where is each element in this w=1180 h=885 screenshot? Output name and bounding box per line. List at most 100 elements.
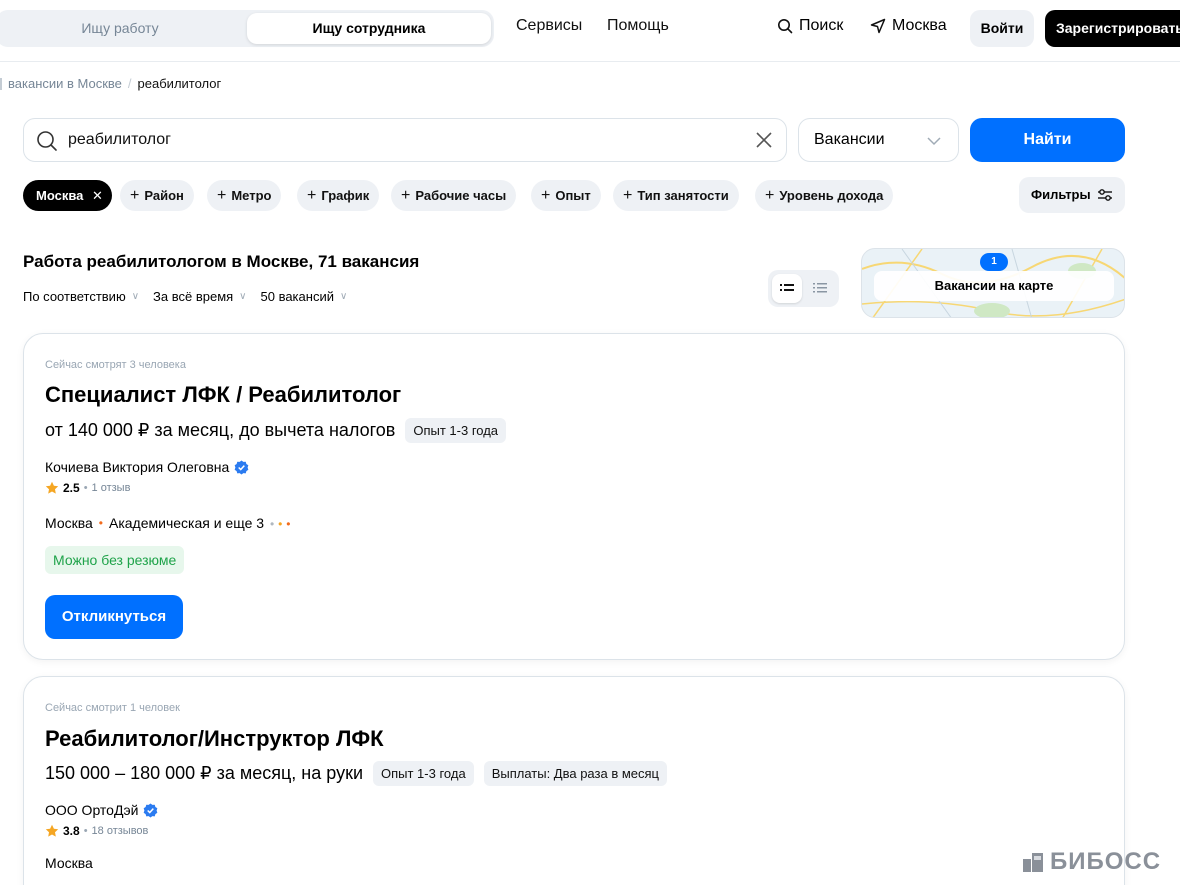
nav-services-link[interactable]: Сервисы: [516, 17, 582, 35]
chevron-down-icon: ∨: [339, 291, 348, 302]
plus-icon: +: [541, 187, 551, 204]
company-link[interactable]: Кочиева Виктория Олеговна: [45, 459, 249, 475]
nav-help-link[interactable]: Помощь: [607, 17, 669, 35]
register-button[interactable]: Зарегистрироваться: [1045, 10, 1180, 47]
compact-list-icon: [813, 283, 827, 293]
plus-icon: +: [401, 187, 411, 204]
vacancy-location: Москва: [45, 855, 93, 871]
header-search-label: Поиск: [799, 17, 844, 34]
chip-district[interactable]: + Район: [120, 180, 194, 211]
location-arrow-icon: [870, 18, 886, 34]
watermark-logo-icon: [1023, 853, 1043, 872]
verified-icon: [144, 802, 158, 818]
chip-experience[interactable]: + Опыт: [531, 180, 601, 211]
rating-value: 3.8: [63, 824, 80, 838]
plus-icon: +: [307, 187, 317, 204]
vacancy-title-link[interactable]: Специалист ЛФК / Реабилитолог: [45, 382, 401, 408]
close-icon[interactable]: ✕: [92, 188, 103, 203]
role-employer-tab[interactable]: Ищу сотрудника: [247, 13, 491, 44]
sort-label: За всё время: [153, 289, 234, 304]
employer-rating[interactable]: 3.8 • 18 отзывов: [45, 824, 148, 838]
chip-metro[interactable]: + Метро: [207, 180, 282, 211]
verified-icon: [234, 459, 249, 475]
chip-label: Тип занятости: [637, 188, 729, 203]
role-job-seeker-tab[interactable]: Ищу работу: [0, 10, 240, 47]
filters-label: Фильтры: [1031, 187, 1091, 202]
sort-label: 50 вакансий: [260, 289, 334, 304]
find-button[interactable]: Найти: [970, 118, 1125, 162]
top-header: Ищу работу Ищу сотрудника Сервисы Помощь…: [0, 0, 1180, 62]
header-city-label: Москва: [892, 17, 947, 34]
header-city-selector[interactable]: Москва: [870, 17, 947, 35]
payment-schedule-tag: Выплаты: Два раза в месяц: [483, 761, 667, 786]
login-button[interactable]: Войти: [970, 10, 1034, 47]
search-input[interactable]: реабилитолог: [23, 118, 787, 162]
map-label: Вакансии на карте: [874, 271, 1114, 301]
respond-button[interactable]: Откликнуться: [45, 595, 183, 639]
search-icon: [37, 131, 57, 151]
metro-line-icon: •: [98, 516, 103, 530]
filters-button[interactable]: Фильтры: [1019, 177, 1125, 213]
company-link[interactable]: ООО ОртоДэй: [45, 802, 158, 818]
chip-schedule[interactable]: + График: [297, 180, 380, 211]
company-name: ООО ОртоДэй: [45, 802, 139, 818]
sort-period-dropdown[interactable]: За всё время ∨: [153, 289, 246, 304]
location-city: Москва: [45, 855, 93, 871]
breadcrumb-divider: [0, 78, 2, 90]
sort-label: По соответствию: [23, 289, 126, 304]
chip-label: Район: [144, 188, 184, 203]
plus-icon: +: [130, 187, 140, 204]
salary-row: 150 000 – 180 000 ₽ за месяц, на руки Оп…: [45, 761, 667, 786]
sort-count-dropdown[interactable]: 50 вакансий ∨: [261, 289, 348, 304]
vacancy-location: Москва • Академическая и еще 3 • • •: [45, 515, 290, 531]
star-icon: [45, 824, 59, 837]
close-icon[interactable]: [754, 130, 774, 150]
map-preview-button[interactable]: 1 Вакансии на карте: [861, 248, 1125, 318]
search-type-value: Вакансии: [814, 131, 885, 148]
view-list-button[interactable]: [772, 274, 802, 303]
vacancy-card[interactable]: Сейчас смотрит 1 человек Реабилитолог/Ин…: [23, 676, 1125, 885]
metro-station: Академическая и еще 3: [109, 515, 265, 531]
chip-city-moscow[interactable]: Москва ✕: [23, 180, 112, 211]
plus-icon: +: [765, 187, 775, 204]
chevron-down-icon: ∨: [239, 291, 247, 302]
experience-tag: Опыт 1-3 года: [373, 761, 474, 786]
chevron-down-icon: [927, 137, 941, 146]
rating-dot: •: [83, 825, 88, 837]
viewers-count: Сейчас смотрит 1 человек: [45, 702, 180, 714]
vacancy-salary: от 140 000 ₽ за месяц, до вычета налогов: [45, 420, 396, 440]
breadcrumb-parent-link[interactable]: вакансии в Москве: [8, 76, 122, 91]
search-type-select[interactable]: Вакансии: [798, 118, 959, 162]
list-icon: [780, 284, 794, 291]
breadcrumb-separator: /: [127, 76, 132, 91]
vacancy-card[interactable]: Сейчас смотрят 3 человека Специалист ЛФК…: [23, 333, 1125, 660]
chip-label: Рабочие часы: [415, 188, 507, 203]
sliders-icon: [1098, 189, 1112, 201]
location-city: Москва: [45, 515, 93, 531]
results-title: Работа реабилитологом в Москве, 71 вакан…: [23, 252, 420, 271]
star-icon: [45, 481, 59, 494]
viewers-count: Сейчас смотрят 3 человека: [45, 359, 186, 371]
reviews-count: 18 отзывов: [91, 825, 149, 837]
salary-row: от 140 000 ₽ за месяц, до вычета налогов…: [45, 418, 507, 443]
vacancy-title-link[interactable]: Реабилитолог/Инструктор ЛФК: [45, 726, 384, 752]
search-query-text: реабилитолог: [68, 131, 172, 148]
company-name: Кочиева Виктория Олеговна: [45, 459, 230, 475]
employer-rating[interactable]: 2.5 • 1 отзыв: [45, 481, 130, 495]
breadcrumb: вакансии в Москве / реабилитолог: [0, 76, 221, 91]
chip-label: График: [321, 188, 370, 203]
chip-label: Уровень дохода: [779, 188, 884, 203]
chip-income-level[interactable]: + Уровень дохода: [755, 180, 894, 211]
no-resume-badge: Можно без резюме: [45, 546, 185, 574]
chip-label: Метро: [231, 188, 272, 203]
chip-city-label: Москва: [36, 188, 84, 203]
header-search-link[interactable]: Поиск: [777, 17, 843, 35]
chip-label: Опыт: [555, 188, 591, 203]
sort-relevance-dropdown[interactable]: По соответствию ∨: [23, 289, 139, 304]
reviews-count: 1 отзыв: [91, 482, 131, 494]
view-compact-button[interactable]: [805, 274, 835, 303]
map-pin-count: 1: [980, 253, 1008, 271]
chip-employment-type[interactable]: + Тип занятости: [613, 180, 739, 211]
chip-working-hours[interactable]: + Рабочие часы: [391, 180, 517, 211]
metro-line-icons: • • •: [270, 517, 291, 531]
